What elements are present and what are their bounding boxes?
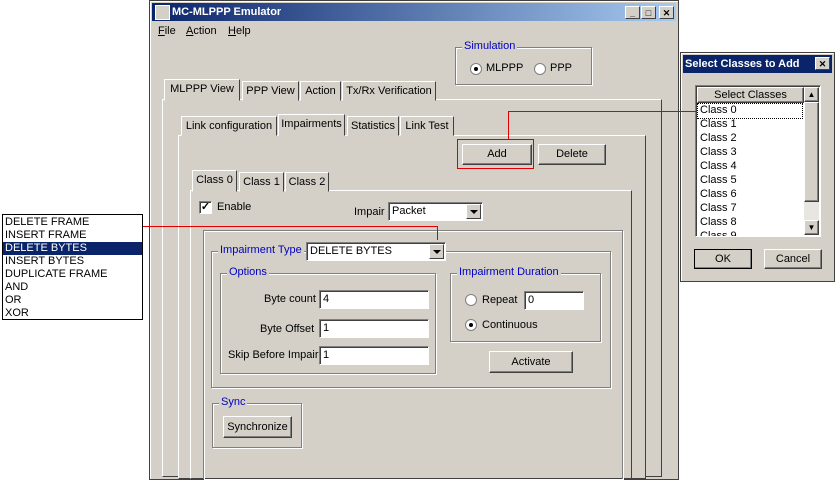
simulation-group: Simulation MLPPP PPP <box>455 40 592 85</box>
subtab-statistics[interactable]: Statistics <box>347 116 399 136</box>
repeat-input[interactable]: 0 <box>524 291 584 310</box>
class-list-item[interactable]: Class 6 <box>698 188 802 202</box>
chevron-down-icon[interactable] <box>429 244 444 259</box>
mlppp-radio[interactable] <box>470 63 482 75</box>
simulation-label: Simulation <box>462 40 518 52</box>
annotation-line <box>437 226 438 240</box>
menu-bar: File Action Help <box>154 23 354 39</box>
dropdown-option[interactable]: AND <box>3 281 142 294</box>
maximize-button[interactable]: □ <box>641 6 656 19</box>
title-bar: MC-MLPPP Emulator _ □ ✕ <box>152 3 676 21</box>
close-button[interactable]: ✕ <box>659 6 674 19</box>
subtab-impairments[interactable]: Impairments <box>278 114 345 136</box>
scroll-down-button[interactable]: ▼ <box>804 220 819 235</box>
continuous-radio[interactable] <box>465 319 477 331</box>
tab-action[interactable]: Action <box>300 81 341 101</box>
byte-count-input[interactable]: 4 <box>319 290 429 309</box>
byte-offset-input[interactable]: 1 <box>319 319 429 338</box>
dropdown-option[interactable]: DUPLICATE FRAME <box>3 268 142 281</box>
skip-before-impair-label: Skip Before Impair <box>228 349 319 361</box>
continuous-label: Continuous <box>482 319 538 331</box>
menu-file[interactable]: File <box>158 25 176 37</box>
annotation-line <box>508 111 696 112</box>
impairment-type-value: DELETE BYTES <box>310 245 392 257</box>
dropdown-option[interactable]: OR <box>3 294 142 307</box>
dropdown-option[interactable]: DELETE BYTES <box>3 242 142 255</box>
class-tab-class-2[interactable]: Class 2 <box>285 172 329 192</box>
class-list-item[interactable]: Class 4 <box>698 160 802 174</box>
synchronize-button[interactable]: Synchronize <box>223 416 292 438</box>
add-highlight-box <box>457 139 534 169</box>
impairment-type-select[interactable]: DELETE BYTES <box>306 242 446 261</box>
tab-mlppp-view[interactable]: MLPPP View <box>164 79 240 101</box>
dialog-title: Select Classes to Add <box>685 58 800 70</box>
impairment-duration-label: Impairment Duration <box>457 266 561 278</box>
main-window: MC-MLPPP Emulator _ □ ✕ File Action Help… <box>149 0 679 480</box>
dropdown-option[interactable]: INSERT BYTES <box>3 255 142 268</box>
impairment-type-dropdown-list: DELETE FRAME INSERT FRAME DELETE BYTES INSE… <box>2 214 143 320</box>
skip-before-impair-input[interactable]: 1 <box>319 346 429 365</box>
impair-value: Packet <box>392 205 426 217</box>
options-label: Options <box>227 266 269 278</box>
ppp-label: PPP <box>550 62 573 74</box>
dropdown-option[interactable]: DELETE FRAME <box>3 216 142 229</box>
mlppp-label: MLPPP <box>486 62 524 74</box>
menu-action[interactable]: Action <box>186 25 217 37</box>
repeat-label: Repeat <box>482 294 518 306</box>
subtab-link-test[interactable]: Link Test <box>400 116 454 136</box>
enable-checkbox[interactable]: ✓ <box>199 201 212 214</box>
annotation-line <box>143 226 438 227</box>
scroll-up-button[interactable]: ▲ <box>804 87 819 102</box>
class-list-item[interactable]: Class 9 <box>698 230 802 236</box>
ok-button[interactable]: OK <box>694 249 752 269</box>
annotation-line <box>508 111 509 140</box>
sync-label: Sync <box>219 396 248 408</box>
vertical-scrollbar[interactable]: ▲ ▼ <box>804 87 819 235</box>
ppp-radio[interactable] <box>534 63 546 75</box>
tab-tx-rx-verification[interactable]: Tx/Rx Verification <box>342 81 436 101</box>
class-list-item[interactable]: Class 1 <box>698 118 802 132</box>
scroll-thumb[interactable] <box>804 102 819 202</box>
tab-ppp-view[interactable]: PPP View <box>242 81 299 101</box>
minimize-button[interactable]: _ <box>625 6 640 19</box>
class-list-item[interactable]: Class 5 <box>698 174 802 188</box>
class-list-item[interactable]: Class 3 <box>698 146 802 160</box>
class-list-item[interactable]: Class 0 <box>697 103 803 119</box>
select-classes-dialog: Select Classes to Add ✕ Select Classes C… <box>680 52 835 282</box>
classes-listbox[interactable]: Select Classes Class 0 Class 1 Class 2 Clas… <box>695 85 821 237</box>
impair-select[interactable]: Packet <box>388 202 483 221</box>
dialog-title-bar: Select Classes to Add ✕ <box>683 55 832 73</box>
impair-label: Impair <box>354 206 385 218</box>
class-list-item[interactable]: Class 8 <box>698 216 802 230</box>
app-icon <box>155 5 170 20</box>
select-classes-header[interactable]: Select Classes <box>697 87 804 103</box>
class-tab-class-0[interactable]: Class 0 <box>192 170 237 192</box>
chevron-down-icon[interactable] <box>466 204 481 219</box>
activate-button[interactable]: Activate <box>489 351 573 373</box>
cancel-button[interactable]: Cancel <box>764 249 822 269</box>
class-list-item[interactable]: Class 2 <box>698 132 802 146</box>
class-list-item[interactable]: Class 7 <box>698 202 802 216</box>
dropdown-option[interactable]: INSERT FRAME <box>3 229 142 242</box>
delete-button[interactable]: Delete <box>538 144 606 165</box>
byte-count-label: Byte count <box>264 293 316 305</box>
class-tab-class-1[interactable]: Class 1 <box>239 172 284 192</box>
window-title: MC-MLPPP Emulator <box>172 6 282 18</box>
impairment-type-label: Impairment Type <box>218 244 304 256</box>
dropdown-option[interactable]: XOR <box>3 307 142 320</box>
menu-help[interactable]: Help <box>228 25 251 37</box>
dialog-close-button[interactable]: ✕ <box>815 57 830 70</box>
byte-offset-label: Byte Offset <box>260 323 315 335</box>
subtab-link-configuration[interactable]: Link configuration <box>181 116 277 136</box>
repeat-radio[interactable] <box>465 294 477 306</box>
enable-label: Enable <box>217 201 252 213</box>
